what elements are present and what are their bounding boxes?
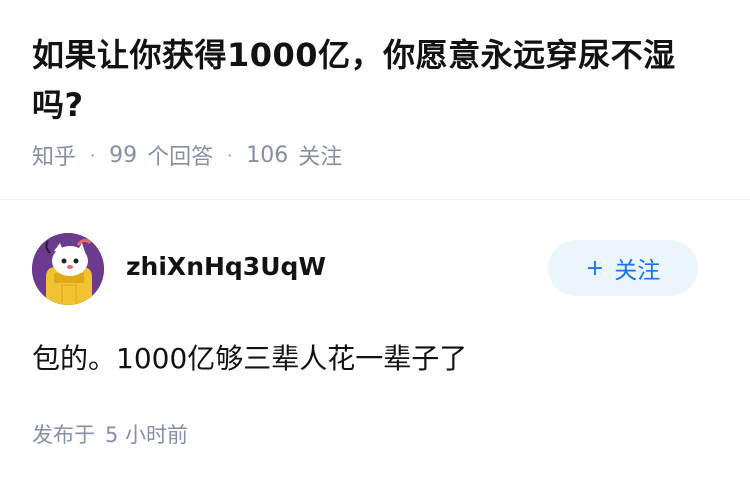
followers-count: 106 [246, 142, 289, 168]
time-prefix: 发布于 [32, 423, 95, 447]
question-meta: 知乎 · 99 个回答 · 106 关注 [32, 140, 718, 171]
separator-dot: · [227, 145, 233, 165]
author-row: zhiXnHq3UqW + 关注 [32, 233, 718, 305]
time-value: 5 小时前 [105, 423, 189, 447]
answers-count: 99 [109, 142, 138, 168]
author-name[interactable]: zhiXnHq3UqW [126, 252, 326, 281]
follow-button[interactable]: + 关注 [548, 240, 698, 296]
avatar-illustration-icon [32, 233, 104, 305]
followers-label: 关注 [298, 145, 343, 170]
plus-icon: + [585, 255, 605, 281]
answer-item: zhiXnHq3UqW + 关注 包的。1000亿够三辈人花一辈子了 发布于 5 … [0, 233, 750, 449]
avatar[interactable] [32, 233, 104, 305]
answer-content[interactable]: 包的。1000亿够三辈人花一辈子了 [32, 337, 718, 381]
answers-label: 个回答 [147, 145, 214, 170]
answer-time: 发布于 5 小时前 [32, 419, 718, 449]
question-header: 如果让你获得1000亿，你愿意永远穿尿不湿吗? 知乎 · 99 个回答 · 10… [0, 0, 750, 200]
follow-label: 关注 [614, 258, 661, 284]
separator-dot: · [90, 145, 96, 165]
source-label: 知乎 [32, 145, 77, 170]
question-title[interactable]: 如果让你获得1000亿，你愿意永远穿尿不湿吗? [32, 30, 718, 130]
